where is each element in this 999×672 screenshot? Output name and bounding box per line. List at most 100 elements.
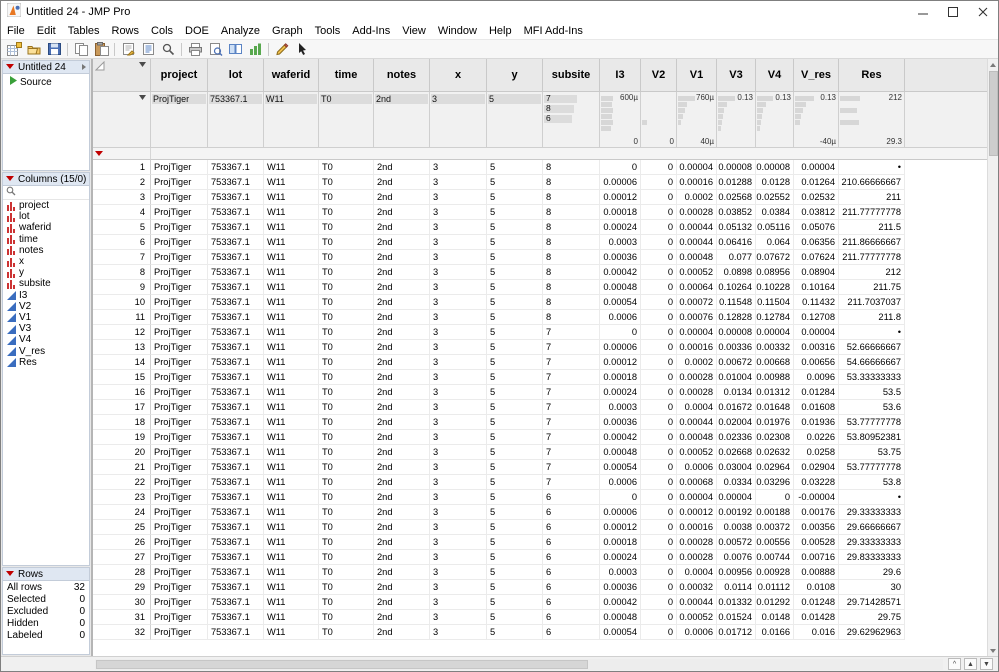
cell-v3[interactable]: 0.0898 [717, 265, 756, 280]
cell-notes[interactable]: 2nd [374, 445, 430, 460]
cell-lot[interactable]: 753367.1 [208, 265, 264, 280]
cell-subsite[interactable]: 8 [543, 205, 600, 220]
cell-y[interactable]: 5 [487, 265, 543, 280]
cell-notes[interactable]: 2nd [374, 220, 430, 235]
cell-v2[interactable]: 0 [641, 235, 677, 250]
cell-i3[interactable]: 0.00018 [600, 535, 641, 550]
column-header-subsite[interactable]: subsite [543, 59, 600, 92]
cell-y[interactable]: 5 [487, 460, 543, 475]
cell-time[interactable]: T0 [319, 505, 374, 520]
paste-button[interactable] [91, 40, 111, 58]
column-header-v2[interactable]: V2 [641, 59, 677, 92]
cell-v1[interactable]: 0.00076 [677, 310, 717, 325]
column-header-x[interactable]: x [430, 59, 487, 92]
cell-v3[interactable]: 0.0334 [717, 475, 756, 490]
horizontal-scrollbar[interactable] [95, 659, 943, 670]
cell-notes[interactable]: 2nd [374, 250, 430, 265]
annotate-button[interactable] [272, 40, 292, 58]
cell-waferid[interactable]: W11 [264, 175, 319, 190]
column-item-v-res[interactable]: V_res [3, 345, 89, 356]
cell-project[interactable]: ProjTiger [151, 310, 208, 325]
cell-v-res[interactable]: 0.01428 [794, 610, 839, 625]
cell-v1[interactable]: 0.00016 [677, 340, 717, 355]
menu-cols[interactable]: Cols [145, 25, 179, 37]
cell-waferid[interactable]: W11 [264, 430, 319, 445]
row-number[interactable]: 24 [93, 505, 151, 520]
red-triangle-icon[interactable] [6, 174, 15, 185]
cell-v4[interactable]: 0.01312 [756, 385, 794, 400]
cell-res[interactable]: 211.77777778 [839, 250, 905, 265]
cell-project[interactable]: ProjTiger [151, 355, 208, 370]
cell-v-res[interactable]: 0.01284 [794, 385, 839, 400]
row-number[interactable]: 32 [93, 625, 151, 640]
cell-v-res[interactable]: 0.00888 [794, 565, 839, 580]
cell-notes[interactable]: 2nd [374, 565, 430, 580]
vertical-scrollbar-thumb[interactable] [989, 71, 998, 156]
cell-time[interactable]: T0 [319, 445, 374, 460]
horizontal-scrollbar-thumb[interactable] [96, 660, 588, 669]
cell-notes[interactable]: 2nd [374, 430, 430, 445]
row-number[interactable]: 29 [93, 580, 151, 595]
cell-project[interactable]: ProjTiger [151, 370, 208, 385]
column-item-res[interactable]: Res [3, 357, 89, 368]
cell-subsite[interactable]: 8 [543, 160, 600, 175]
cell-time[interactable]: T0 [319, 190, 374, 205]
cell-subsite[interactable]: 7 [543, 385, 600, 400]
cell-v2[interactable]: 0 [641, 325, 677, 340]
cell-res[interactable]: 211.8 [839, 310, 905, 325]
menu-window[interactable]: Window [432, 25, 483, 37]
cell-lot[interactable]: 753367.1 [208, 415, 264, 430]
cell-waferid[interactable]: W11 [264, 535, 319, 550]
menu-view[interactable]: View [396, 25, 432, 37]
column-item-waferid[interactable]: waferid [3, 222, 89, 233]
cell-project[interactable]: ProjTiger [151, 160, 208, 175]
cell-v1[interactable]: 0.00048 [677, 250, 717, 265]
cell-waferid[interactable]: W11 [264, 205, 319, 220]
cell-res[interactable]: 211.5 [839, 220, 905, 235]
table-row[interactable]: 1ProjTiger753367.1W11T02nd358000.000040.… [93, 160, 987, 175]
cell-notes[interactable]: 2nd [374, 460, 430, 475]
cell-waferid[interactable]: W11 [264, 505, 319, 520]
cell-v2[interactable]: 0 [641, 580, 677, 595]
cell-v3[interactable]: 0.03004 [717, 460, 756, 475]
cell-subsite[interactable]: 8 [543, 310, 600, 325]
cell-v2[interactable]: 0 [641, 220, 677, 235]
cell-lot[interactable]: 753367.1 [208, 580, 264, 595]
cell-y[interactable]: 5 [487, 355, 543, 370]
cell-v3[interactable]: 0.00672 [717, 355, 756, 370]
column-header-y[interactable]: y [487, 59, 543, 92]
cell-v2[interactable]: 0 [641, 535, 677, 550]
cell-waferid[interactable]: W11 [264, 190, 319, 205]
row-number[interactable]: 1 [93, 160, 151, 175]
cell-v1[interactable]: 0.00032 [677, 580, 717, 595]
cell-waferid[interactable]: W11 [264, 610, 319, 625]
cell-lot[interactable]: 753367.1 [208, 430, 264, 445]
columns-search-input[interactable] [18, 187, 84, 198]
cell-notes[interactable]: 2nd [374, 370, 430, 385]
cell-v-res[interactable]: 0.00316 [794, 340, 839, 355]
cell-subsite[interactable]: 6 [543, 595, 600, 610]
table-row[interactable]: 28ProjTiger753367.1W11T02nd3560.000300.0… [93, 565, 987, 580]
table-row[interactable]: 26ProjTiger753367.1W11T02nd3560.0001800.… [93, 535, 987, 550]
cell-v4[interactable]: 0.01976 [756, 415, 794, 430]
cell-v1[interactable]: 0.00012 [677, 505, 717, 520]
cell-subsite[interactable]: 7 [543, 325, 600, 340]
cell-v2[interactable]: 0 [641, 445, 677, 460]
table-row[interactable]: 32ProjTiger753367.1W11T02nd3560.0005400.… [93, 625, 987, 640]
cell-lot[interactable]: 753367.1 [208, 385, 264, 400]
cell-y[interactable]: 5 [487, 400, 543, 415]
cell-lot[interactable]: 753367.1 [208, 355, 264, 370]
cell-time[interactable]: T0 [319, 580, 374, 595]
cell-v1[interactable]: 0.00016 [677, 175, 717, 190]
cell-i3[interactable]: 0.00024 [600, 385, 641, 400]
cell-v1[interactable]: 0.00028 [677, 370, 717, 385]
cell-lot[interactable]: 753367.1 [208, 535, 264, 550]
cell-waferid[interactable]: W11 [264, 415, 319, 430]
cell-x[interactable]: 3 [430, 505, 487, 520]
scroll-down-button[interactable] [988, 645, 998, 656]
cell-res[interactable]: 29.66666667 [839, 520, 905, 535]
cell-lot[interactable]: 753367.1 [208, 220, 264, 235]
cell-v1[interactable]: 0.00028 [677, 205, 717, 220]
cell-project[interactable]: ProjTiger [151, 175, 208, 190]
cell-v3[interactable]: 0.01004 [717, 370, 756, 385]
